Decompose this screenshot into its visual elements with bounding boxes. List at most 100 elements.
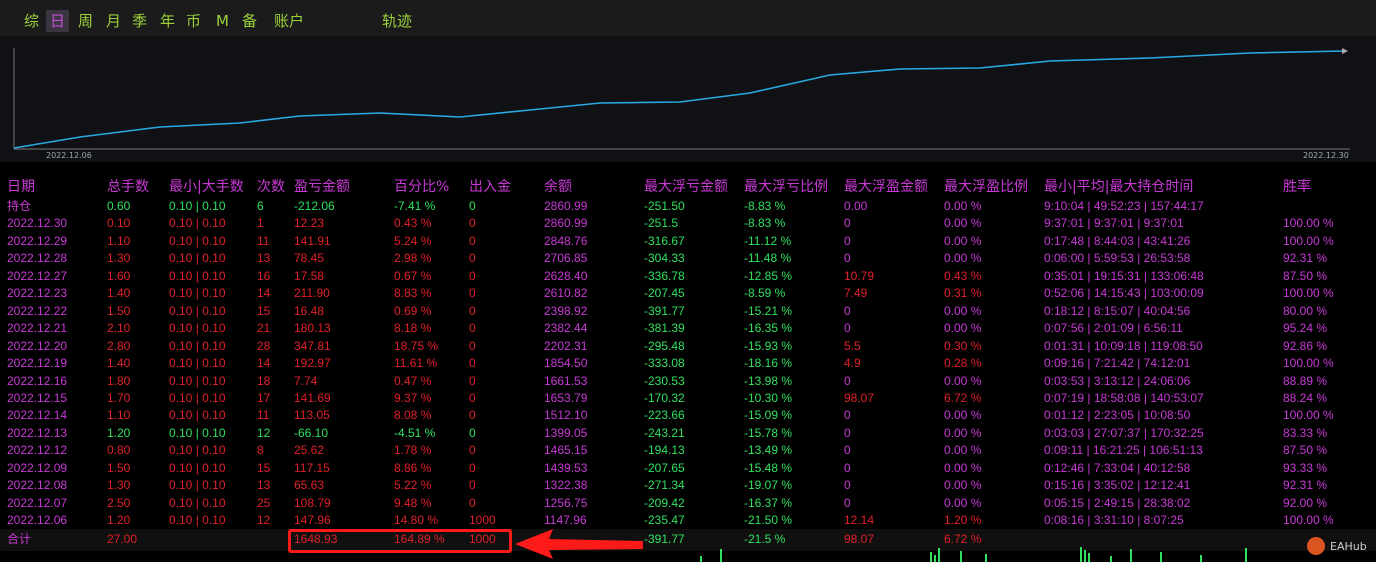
- cell-minmax: 0.10 | 0.10: [169, 216, 226, 231]
- cell-flow: 0: [469, 356, 476, 371]
- table-row: 2022.12.14 1.10 0.10 | 0.10 11 113.05 8.08 % 0…: [0, 407, 1376, 425]
- cell-maxgainpct: 1.20 %: [944, 513, 982, 528]
- cell-maxgainpct: 0.00 %: [944, 425, 982, 440]
- cell-maxloss: -333.08: [644, 356, 685, 371]
- cell-maxgainpct: 0.00 %: [944, 495, 982, 510]
- cell-maxlosspct: -12.85 %: [744, 268, 793, 283]
- tab-summary[interactable]: 综: [20, 10, 43, 32]
- cell-pct: 1.78 %: [394, 443, 432, 458]
- cell-maxloss: -391.77: [644, 303, 685, 318]
- volume-ticks: [700, 547, 1247, 562]
- tab-currency[interactable]: 币: [182, 10, 205, 32]
- cell-balance: 1465.15: [544, 443, 588, 458]
- cell-minmax: 0.10 | 0.10: [169, 338, 226, 353]
- tab-m[interactable]: M: [212, 10, 233, 32]
- cell-date: 2022.12.08: [7, 478, 68, 493]
- cell-balance: 1653.79: [544, 390, 588, 405]
- cell-maxloss: -336.78: [644, 268, 685, 283]
- cell-pnl: -66.10: [294, 425, 329, 440]
- cell-pct: 5.24 %: [394, 233, 432, 248]
- cell-pnl: 16.48: [294, 303, 325, 318]
- table-row: 2022.12.30 0.10 0.10 | 0.10 1 12.23 0.43 % 0 28…: [0, 215, 1376, 233]
- cell-time: 9:37:01 | 9:37:01 | 9:37:01: [1044, 216, 1184, 231]
- cell-lots: 1.10: [107, 233, 131, 248]
- cell-win: 100.00 %: [1283, 513, 1334, 528]
- tab-year[interactable]: 年: [156, 10, 179, 32]
- cell-lots: 1.70: [107, 390, 131, 405]
- cell-flow: 0: [469, 460, 476, 475]
- cell-balance: 1854.50: [544, 356, 588, 371]
- cell-maxloss: -271.34: [644, 478, 685, 493]
- cell-maxgainpct: 0.00 %: [944, 478, 982, 493]
- cell-pct: 14.80 %: [394, 513, 439, 528]
- cell-minmax: 0.10 | 0.10: [169, 373, 226, 388]
- cell-balance: 2706.85: [544, 251, 588, 266]
- volume-tick: [1130, 549, 1132, 562]
- cell-time: 0:18:12 | 8:15:07 | 40:04:56: [1044, 303, 1191, 318]
- cell-maxgain: 0: [844, 216, 851, 231]
- cell-pnl: 12.23: [294, 216, 325, 231]
- tab-quarter[interactable]: 季: [128, 10, 151, 32]
- equity-chart-svg: [13, 48, 1350, 150]
- cell-date: 2022.12.15: [7, 390, 68, 405]
- cell-minmax: 0.10 | 0.10: [169, 286, 226, 301]
- cell-pct: 0.67 %: [394, 268, 432, 283]
- cell-lots: 1.80: [107, 373, 131, 388]
- cell-date: 2022.12.12: [7, 443, 68, 458]
- cell-maxlosspct: -15.21 %: [744, 303, 793, 318]
- tab-trajectory[interactable]: 轨迹: [378, 10, 416, 32]
- table-row: 2022.12.19 1.40 0.10 | 0.10 14 192.97 11.61 %…: [0, 355, 1376, 373]
- cell-pct: 9.37 %: [394, 390, 432, 405]
- cell-maxlosspct: -19.07 %: [744, 478, 793, 493]
- cell-maxloss: -295.48: [644, 338, 685, 353]
- cell-maxloss: -235.47: [644, 513, 685, 528]
- cell-time: 0:35:01 | 19:15:31 | 133:06:48: [1044, 268, 1204, 283]
- cell-count: 16: [257, 268, 271, 283]
- cell-balance: 2398.92: [544, 303, 588, 318]
- table-row: 2022.12.08 1.30 0.10 | 0.10 13 65.63 5.22 % 0 1…: [0, 477, 1376, 495]
- cell-maxgainpct: 6.72 %: [944, 390, 982, 405]
- table-row: 2022.12.21 2.10 0.10 | 0.10 21 180.13 8.18 % 0…: [0, 320, 1376, 338]
- cell-maxlosspct: -11.12 %: [744, 233, 792, 248]
- cell-maxgain: 0: [844, 303, 851, 318]
- cell-date: 2022.12.27: [7, 268, 68, 283]
- column-header: 百分比%: [394, 179, 450, 195]
- cell-count: 13: [257, 251, 271, 266]
- column-header: 胜率: [1283, 179, 1311, 195]
- tab-week[interactable]: 周: [74, 10, 97, 32]
- cell-maxloss: -209.42: [644, 495, 685, 510]
- cell-date: 2022.12.09: [7, 460, 68, 475]
- column-header: 出入金: [469, 179, 511, 195]
- equity-curve: [13, 50, 1346, 149]
- cell-flow: 0: [469, 425, 476, 440]
- cell-maxgainpct: 0.00 %: [944, 216, 982, 231]
- cell-maxgainpct: 0.31 %: [944, 286, 982, 301]
- cell-time: 0:07:19 | 18:58:08 | 140:53:07: [1044, 390, 1204, 405]
- cell-lots: 1.50: [107, 460, 131, 475]
- cell-maxgain: 0: [844, 478, 851, 493]
- cell-win: 100.00 %: [1283, 408, 1334, 423]
- cell-minmax: 0.10 | 0.10: [169, 408, 226, 423]
- tab-account[interactable]: 账户: [270, 10, 308, 32]
- tab-day[interactable]: 日: [46, 10, 70, 32]
- cell-maxgain: 7.49: [844, 286, 868, 301]
- cell-win: 87.50 %: [1283, 268, 1328, 283]
- tab-month[interactable]: 月: [102, 10, 125, 32]
- cell-maxgain: 10.79: [844, 268, 875, 283]
- cell-minmax: 0.10 | 0.10: [169, 513, 226, 528]
- tab-backup[interactable]: 备: [238, 10, 261, 32]
- cell-date: 2022.12.16: [7, 373, 68, 388]
- cell-minmax: 0.10 | 0.10: [169, 425, 226, 440]
- cell-count: 8: [257, 443, 264, 458]
- cell-pct: 11.61 %: [394, 356, 438, 371]
- cell-date: 2022.12.20: [7, 338, 68, 353]
- cell-maxgain: 0: [844, 460, 851, 475]
- cell-count: 14: [257, 286, 271, 301]
- cell-balance: 2382.44: [544, 321, 588, 336]
- cell-pct: 18.75 %: [394, 338, 439, 353]
- cell-count: 21: [257, 321, 271, 336]
- cell-maxgain: 0: [844, 425, 851, 440]
- cell-flow: 0: [469, 233, 476, 248]
- cell-pnl: 65.63: [294, 478, 325, 493]
- cell-date: 2022.12.07: [7, 495, 68, 510]
